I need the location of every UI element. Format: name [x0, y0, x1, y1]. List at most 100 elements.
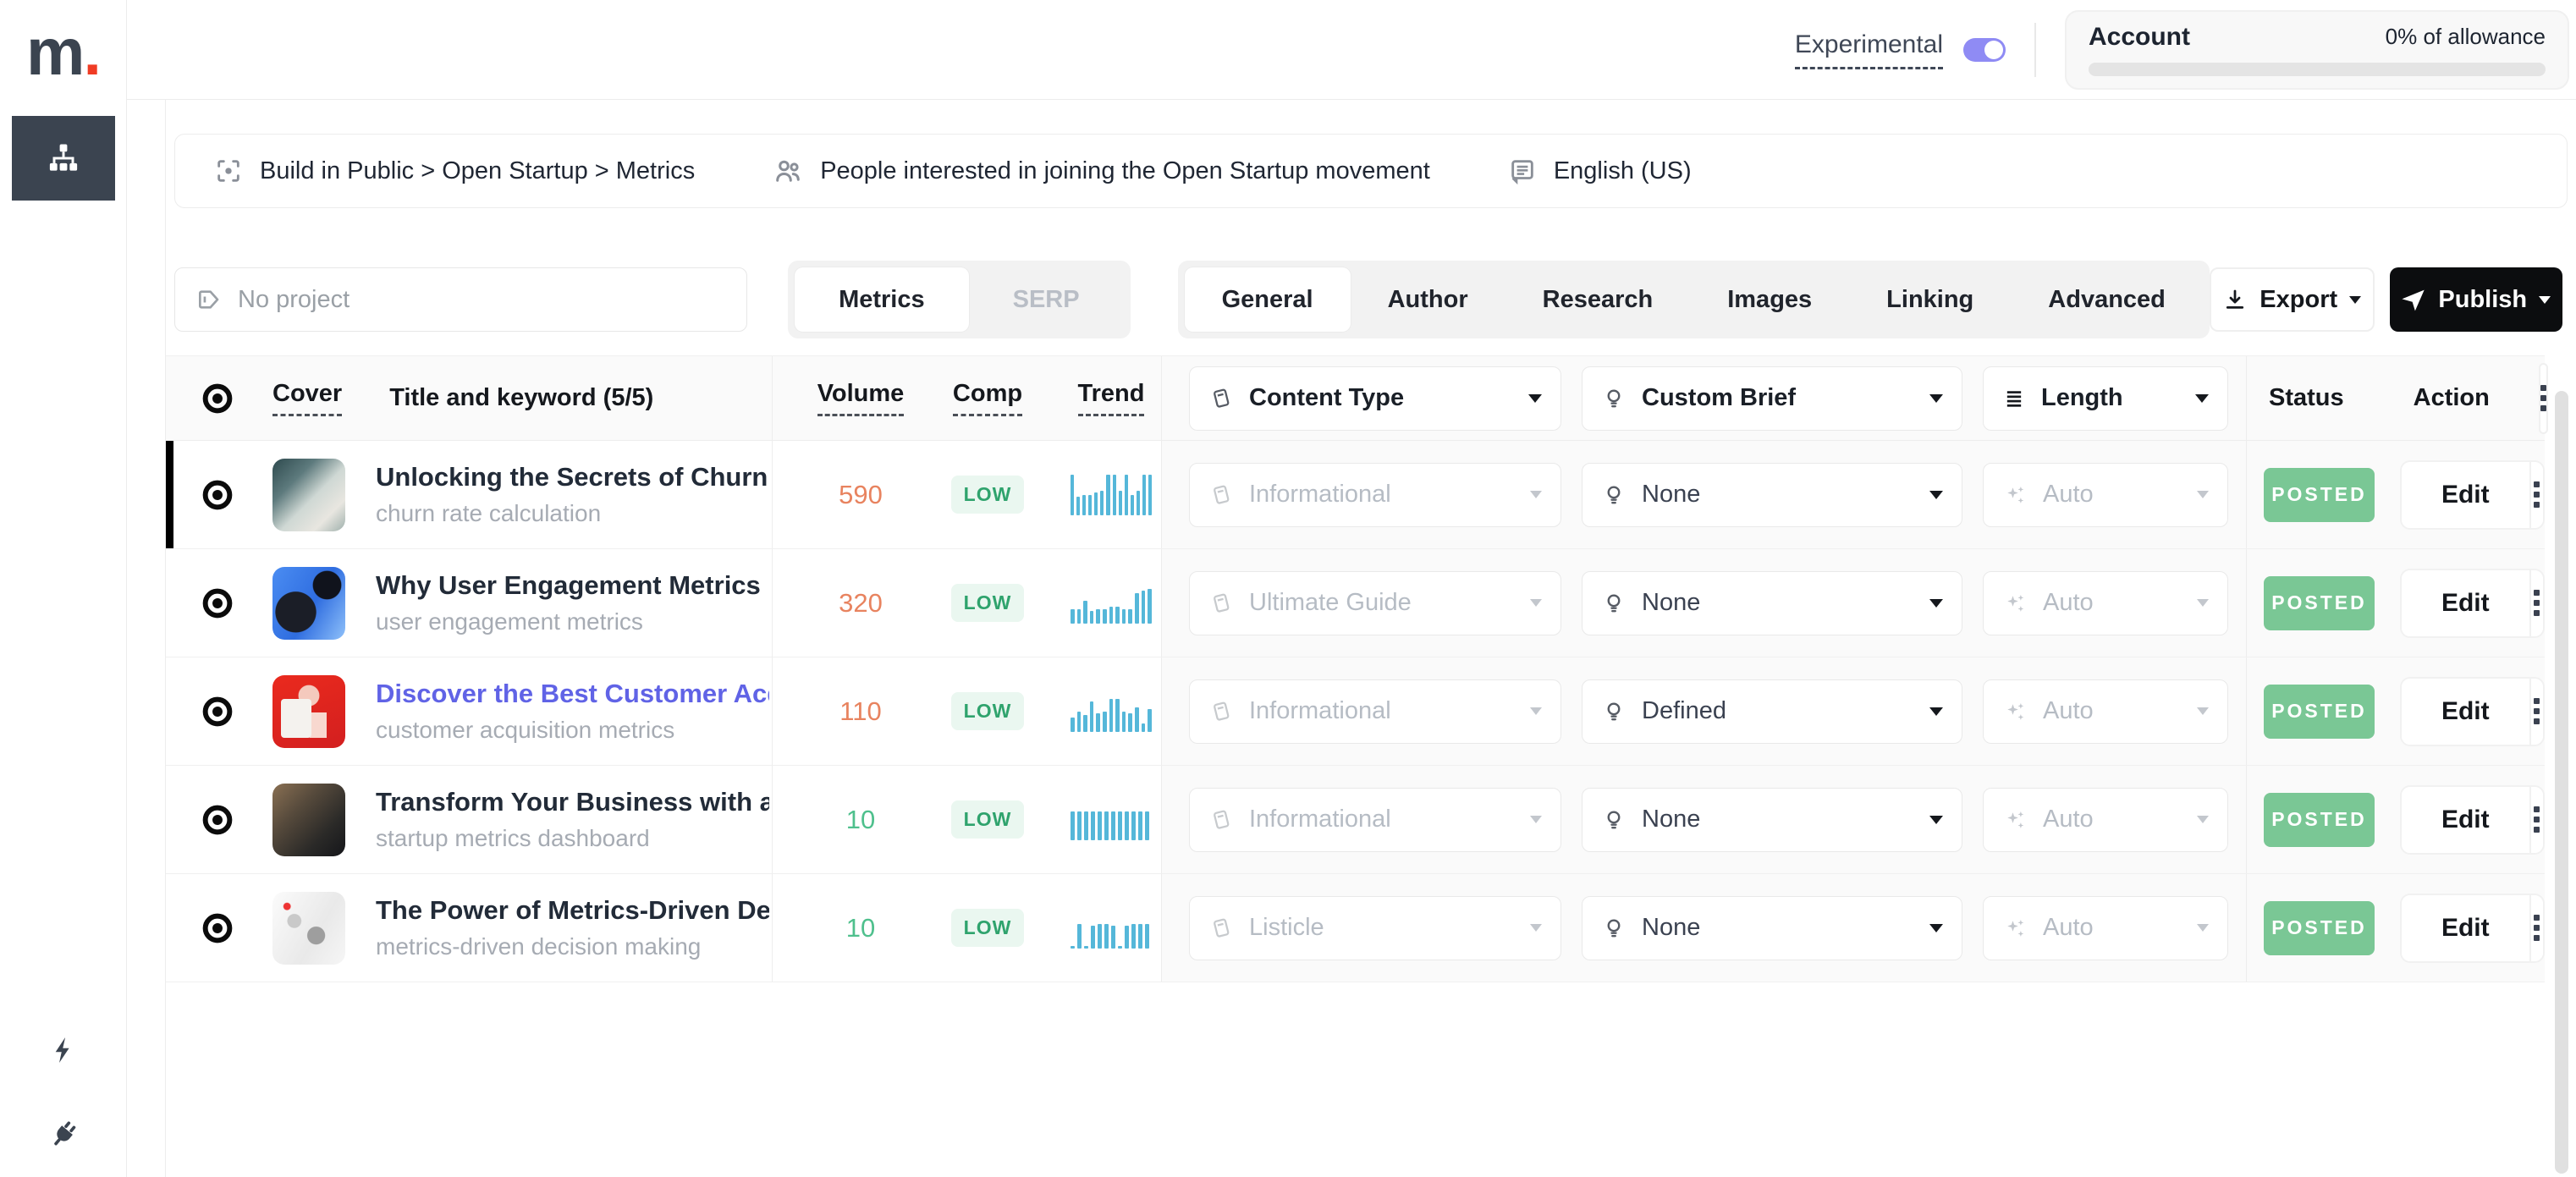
vertical-scrollbar[interactable] — [2555, 391, 2568, 1174]
length-label: Length — [2041, 384, 2180, 412]
audience-text: People interested in joining the Open St… — [820, 157, 1430, 185]
row-target-icon[interactable] — [200, 586, 235, 621]
row-options-button[interactable] — [2529, 787, 2543, 853]
page-icon — [1208, 591, 1234, 616]
content-type-dropdown[interactable]: Informational — [1189, 788, 1561, 852]
content-type-value: Informational — [1249, 481, 1515, 509]
table-options-button[interactable] — [2539, 363, 2548, 434]
length-dropdown[interactable]: Auto — [1983, 571, 2228, 635]
toggle-knob — [1984, 41, 2003, 59]
row-title[interactable]: Discover the Best Customer Acquis — [376, 679, 769, 709]
custom-brief-dropdown[interactable]: None — [1582, 463, 1962, 527]
account-allowance-card[interactable]: Account 0% of allowance — [2065, 10, 2569, 90]
row-target-icon[interactable] — [200, 694, 235, 729]
experimental-toggle[interactable] — [1963, 38, 2006, 62]
edit-button[interactable]: Edit — [2402, 462, 2529, 528]
logo-letter: m — [26, 19, 83, 85]
content-type-value: Informational — [1249, 806, 1515, 833]
volume-value: 320 — [839, 588, 883, 619]
length-dropdown[interactable]: Auto — [1983, 679, 2228, 744]
topbar-divider — [2034, 23, 2036, 77]
length-dropdown[interactable]: Auto — [1983, 896, 2228, 960]
row-options-button[interactable] — [2529, 462, 2543, 528]
edit-button[interactable]: Edit — [2402, 679, 2529, 745]
tab-images[interactable]: Images — [1690, 267, 1849, 332]
custom-brief-dropdown[interactable]: None — [1582, 896, 1962, 960]
kebab-icon — [2534, 698, 2540, 724]
language-text: English (US) — [1554, 157, 1692, 185]
cover-image[interactable] — [272, 892, 345, 965]
project-select[interactable]: No project — [174, 267, 747, 332]
column-trend[interactable]: Trend — [1078, 380, 1145, 416]
app-logo[interactable]: m. — [0, 0, 126, 100]
row-target-icon[interactable] — [200, 910, 235, 946]
length-dropdown[interactable]: Auto — [1983, 788, 2228, 852]
edit-button[interactable]: Edit — [2402, 895, 2529, 961]
row-title[interactable]: The Power of Metrics-Driven Decisi — [376, 895, 769, 926]
cover-image[interactable] — [272, 675, 345, 748]
trend-sparkline — [1071, 800, 1152, 840]
chevron-down-icon — [1530, 599, 1542, 607]
cover-image[interactable] — [272, 459, 345, 531]
row-target-icon[interactable] — [200, 802, 235, 838]
section-tabs: General Author Research Images Linking A… — [1178, 261, 2210, 338]
publish-button[interactable]: Publish — [2390, 267, 2562, 332]
row-title[interactable]: Why User Engagement Metrics Mat — [376, 570, 769, 601]
custom-brief-dropdown[interactable]: None — [1582, 788, 1962, 852]
volume-value: 110 — [839, 696, 881, 727]
plug-icon[interactable] — [47, 1118, 80, 1152]
row-options-button[interactable] — [2529, 895, 2543, 961]
table-row: Why User Engagement Metrics Mat user eng… — [166, 549, 2545, 657]
page-icon — [1208, 807, 1234, 833]
custom-brief-column-dropdown[interactable]: Custom Brief — [1582, 366, 1962, 431]
column-cover[interactable]: Cover — [272, 380, 342, 416]
kebab-icon — [2534, 481, 2540, 508]
row-title[interactable]: Transform Your Business with a Sm — [376, 787, 769, 817]
lightbulb-icon — [1601, 386, 1627, 411]
column-action: Action — [2414, 384, 2490, 412]
tab-author[interactable]: Author — [1351, 267, 1505, 332]
select-all-target-icon[interactable] — [200, 381, 235, 416]
chevron-down-icon — [2195, 394, 2209, 403]
breadcrumb[interactable]: Build in Public > Open Startup > Metrics — [214, 157, 695, 185]
tab-serp[interactable]: SERP — [969, 267, 1124, 332]
audience-info[interactable]: People interested in joining the Open St… — [773, 156, 1430, 186]
publish-label: Publish — [2438, 286, 2527, 314]
tab-general[interactable]: General — [1185, 267, 1351, 332]
content-type-dropdown[interactable]: Listicle — [1189, 896, 1561, 960]
row-title[interactable]: Unlocking the Secrets of Churn Rat — [376, 462, 769, 492]
tab-metrics[interactable]: Metrics — [795, 267, 969, 332]
length-value: Auto — [2043, 481, 2182, 509]
sparkles-icon — [2002, 482, 2028, 508]
content-type-label: Content Type — [1249, 384, 1513, 412]
table-header: Cover Title and keyword (5/5) Volume Com… — [166, 356, 2545, 441]
content-type-column-dropdown[interactable]: Content Type — [1189, 366, 1561, 431]
content-type-value: Listicle — [1249, 914, 1515, 942]
lightning-icon[interactable] — [48, 1033, 79, 1067]
chevron-down-icon — [1929, 491, 1943, 499]
edit-button[interactable]: Edit — [2402, 570, 2529, 636]
export-button[interactable]: Export — [2210, 267, 2375, 332]
competition-badge: LOW — [951, 800, 1025, 839]
sidebar-item-content-plan[interactable] — [12, 116, 115, 201]
custom-brief-dropdown[interactable]: None — [1582, 571, 1962, 635]
language-info[interactable]: English (US) — [1508, 157, 1692, 185]
content-type-dropdown[interactable]: Ultimate Guide — [1189, 571, 1561, 635]
cover-image[interactable] — [272, 784, 345, 856]
tab-research[interactable]: Research — [1505, 267, 1691, 332]
row-target-icon[interactable] — [200, 477, 235, 513]
length-column-dropdown[interactable]: Length — [1983, 366, 2228, 431]
content-type-dropdown[interactable]: Informational — [1189, 679, 1561, 744]
tab-linking[interactable]: Linking — [1849, 267, 2011, 332]
edit-button[interactable]: Edit — [2402, 787, 2529, 853]
row-options-button[interactable] — [2529, 679, 2543, 745]
tab-advanced[interactable]: Advanced — [2011, 267, 2203, 332]
content-type-dropdown[interactable]: Informational — [1189, 463, 1561, 527]
row-options-button[interactable] — [2529, 570, 2543, 636]
cover-image[interactable] — [272, 567, 345, 640]
column-volume[interactable]: Volume — [817, 380, 905, 416]
custom-brief-dropdown[interactable]: Defined — [1582, 679, 1962, 744]
length-dropdown[interactable]: Auto — [1983, 463, 2228, 527]
chevron-down-icon — [1929, 394, 1943, 403]
column-comp[interactable]: Comp — [953, 380, 1022, 416]
